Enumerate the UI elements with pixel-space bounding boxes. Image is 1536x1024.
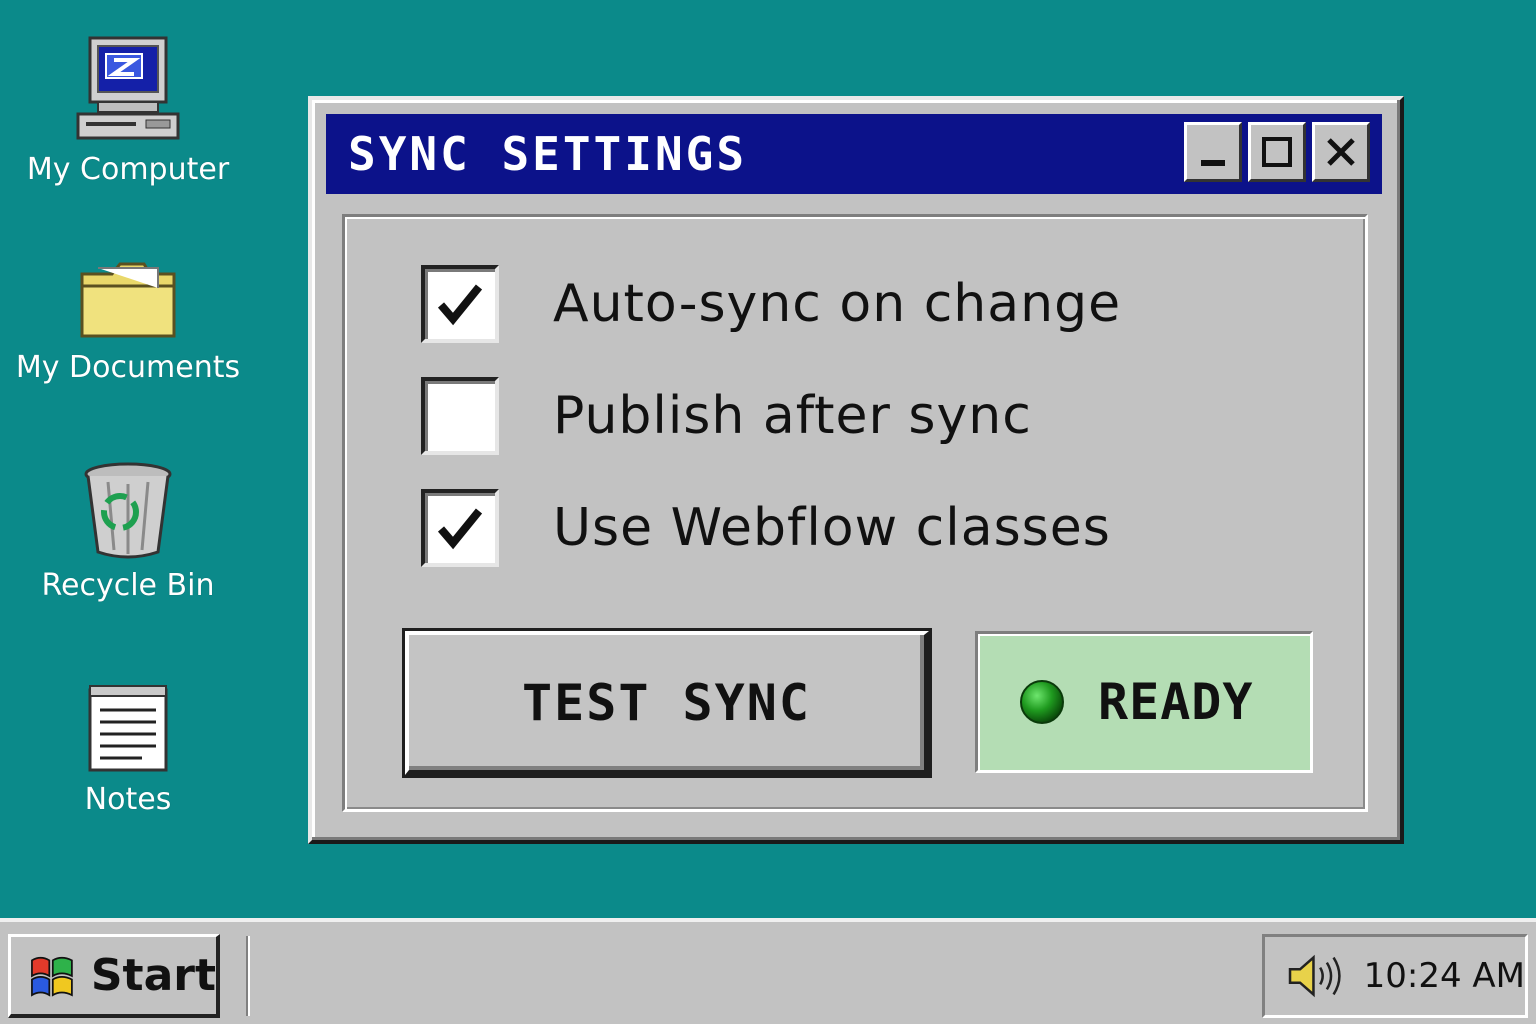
option-label: Auto-sync on change (553, 274, 1122, 334)
status-indicator: READY (975, 631, 1313, 773)
windows-logo-icon (31, 956, 73, 997)
maximize-icon (1262, 137, 1292, 167)
desktop-icon-recycle-bin[interactable]: Recycle Bin (8, 460, 248, 603)
status-text: READY (1098, 673, 1254, 731)
minimize-button[interactable] (1184, 122, 1242, 182)
close-button[interactable] (1312, 122, 1370, 182)
start-button[interactable]: Start (8, 934, 220, 1018)
computer-icon (76, 36, 180, 140)
option-label: Publish after sync (553, 386, 1032, 446)
desktop-icon-notes[interactable]: Notes (8, 682, 248, 817)
recycle-bin-icon (84, 462, 172, 559)
checkbox-webflow-classes[interactable] (421, 489, 499, 567)
option-label: Use Webflow classes (553, 498, 1111, 558)
checkbox-publish-after-sync[interactable] (421, 377, 499, 455)
desktop-icon-label: My Documents (15, 350, 241, 385)
window-title: SYNC SETTINGS (348, 127, 748, 181)
minimize-icon (1201, 160, 1225, 166)
desktop-icon-label: Recycle Bin (41, 568, 215, 603)
desktop: My Computer My Documents Recycle Bin Not… (0, 0, 1536, 918)
notepad-icon (88, 685, 168, 772)
test-sync-button[interactable]: TEST SYNC (405, 631, 929, 775)
folder-icon (80, 262, 176, 338)
title-bar[interactable]: SYNC SETTINGS (326, 114, 1382, 194)
option-publish-after-sync[interactable]: Publish after sync (421, 377, 1032, 455)
desktop-icon-my-documents[interactable]: My Documents (8, 258, 248, 385)
start-label: Start (90, 950, 216, 1001)
window-controls (1184, 122, 1370, 182)
close-icon (1327, 138, 1355, 166)
settings-panel: Auto-sync on change Publish after sync U… (342, 214, 1368, 812)
speaker-icon[interactable] (1285, 946, 1344, 1006)
taskbar-separator (246, 936, 250, 1016)
option-webflow-classes[interactable]: Use Webflow classes (421, 489, 1111, 567)
status-led-icon (1020, 680, 1064, 724)
sync-settings-window: SYNC SETTINGS Auto-sync on change Publis… (308, 96, 1404, 844)
option-auto-sync[interactable]: Auto-sync on change (421, 265, 1121, 343)
system-tray: 10:24 AM (1262, 934, 1528, 1018)
checkmark-icon (437, 508, 483, 550)
desktop-icon-label: Notes (84, 782, 172, 817)
desktop-icon-my-computer[interactable]: My Computer (8, 36, 248, 187)
desktop-icon-label: My Computer (26, 152, 230, 187)
taskbar: Start 10:24 AM (0, 918, 1536, 1024)
maximize-button[interactable] (1248, 122, 1306, 182)
clock: 10:24 AM (1363, 956, 1525, 996)
checkbox-auto-sync[interactable] (421, 265, 499, 343)
checkmark-icon (437, 284, 483, 326)
